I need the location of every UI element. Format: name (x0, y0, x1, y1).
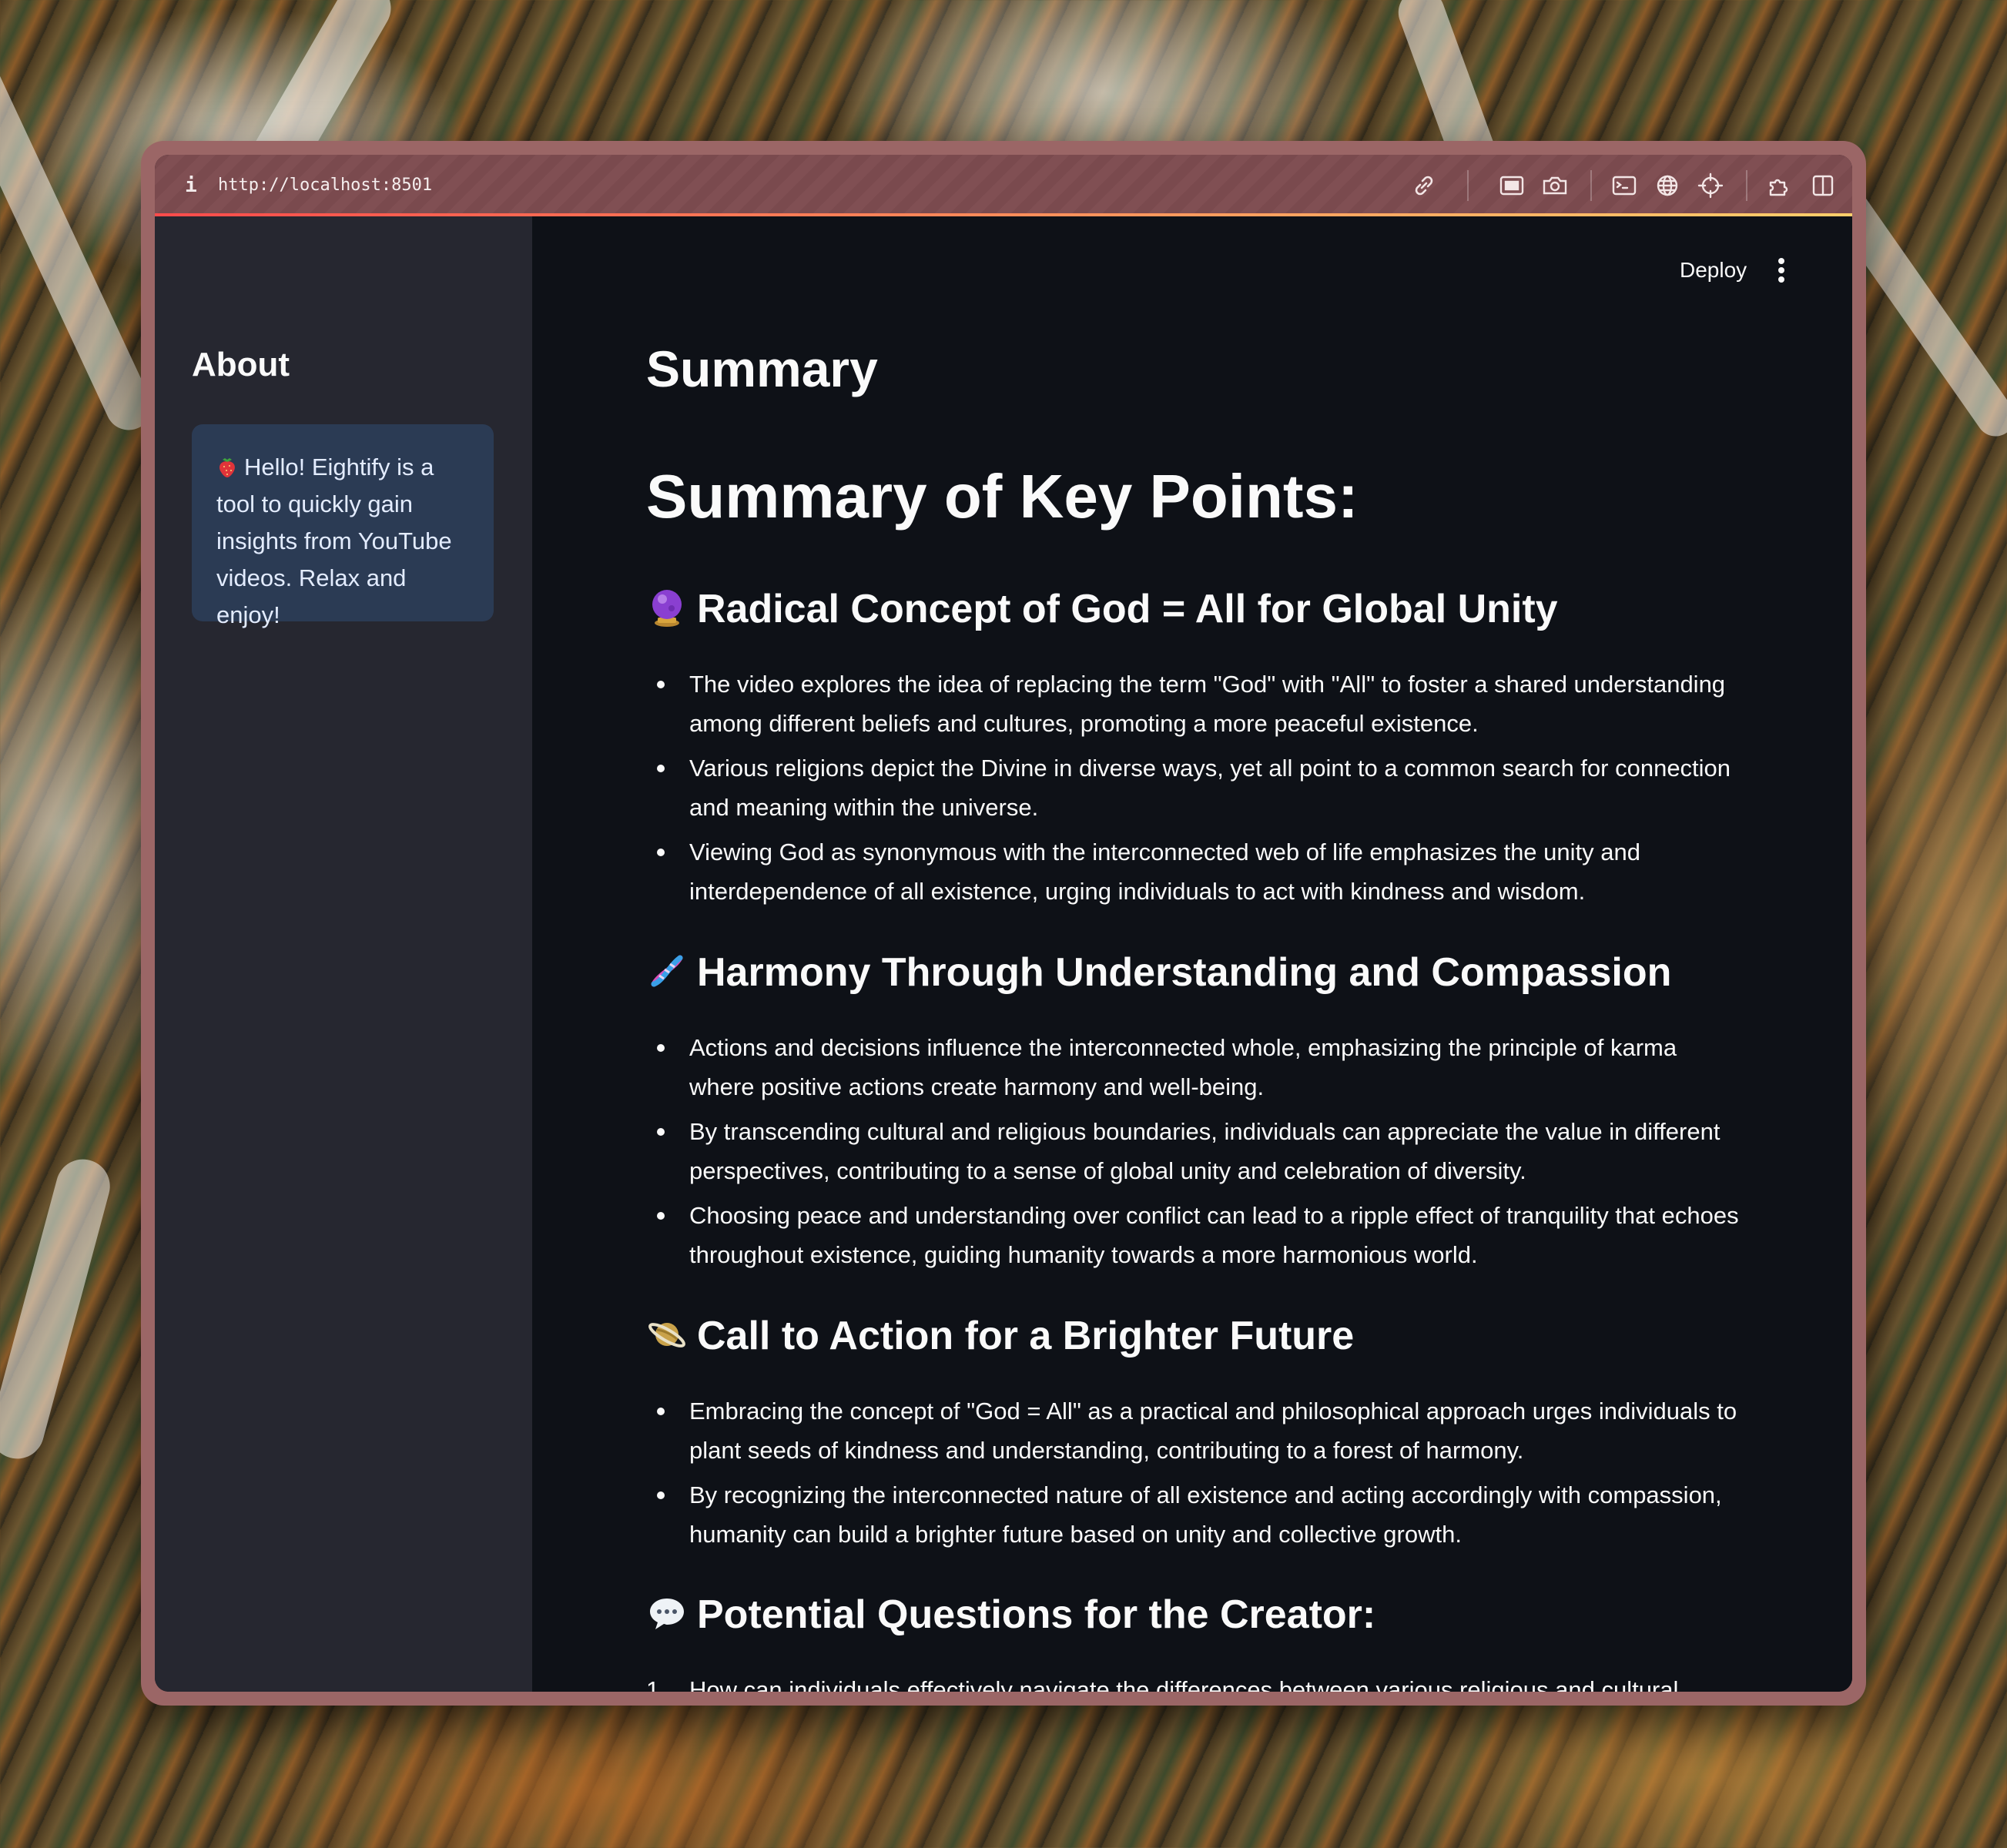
list-item: By transcending cultural and religious b… (657, 1112, 1740, 1190)
list-item: By recognizing the interconnected nature… (657, 1475, 1740, 1554)
about-info-text: Hello! Eightify is a tool to quickly gai… (216, 454, 452, 628)
section-title: Harmony Through Understanding and Compas… (697, 950, 1672, 995)
globe-icon[interactable] (1652, 170, 1683, 201)
browser-viewport: i http://localhost:8501 About Hello! Eig… (155, 155, 1852, 1692)
dna-icon (646, 950, 688, 992)
screenshot-window-icon[interactable] (1496, 170, 1527, 201)
section-title: Call to Action for a Brighter Future (697, 1314, 1355, 1358)
sidebar-heading: About (192, 346, 290, 383)
strawberry-icon (216, 452, 238, 477)
sidebar: About Hello! Eightify is a tool to quick… (155, 216, 532, 1692)
sidebar-toggle-icon[interactable] (1808, 170, 1838, 201)
section-heading: Call to Action for a Brighter Future (646, 1313, 1354, 1359)
numbered-list: 1. How can individuals effectively navig… (646, 1670, 1740, 1692)
crosshair-icon[interactable] (1695, 170, 1726, 201)
list-item: Various religions depict the Divine in d… (657, 748, 1740, 827)
toolbar-separator (1590, 170, 1592, 201)
deploy-button[interactable]: Deploy (1680, 253, 1747, 287)
bullet-list: The video explores the idea of replacing… (646, 665, 1740, 916)
list-item: Embracing the concept of "God = All" as … (657, 1391, 1740, 1470)
bullet-list: Actions and decisions influence the inte… (646, 1028, 1740, 1280)
toolbar-separator (1746, 170, 1747, 201)
site-info-icon[interactable]: i (179, 172, 203, 199)
main-menu-icon[interactable] (1772, 253, 1791, 287)
main-content: Deploy Summary Summary of Key Points: Ra… (532, 216, 1852, 1692)
browser-toolbar: i http://localhost:8501 (155, 155, 1852, 216)
toolbar-separator (1467, 170, 1469, 201)
section-heading: Potential Questions for the Creator: (646, 1592, 1375, 1638)
bullet-list: Embracing the concept of "God = All" as … (646, 1391, 1740, 1559)
ringed-planet-icon (646, 1314, 688, 1355)
list-item: Choosing peace and understanding over co… (657, 1196, 1740, 1274)
section-heading: Harmony Through Understanding and Compas… (646, 949, 1671, 996)
list-item: Actions and decisions influence the inte… (657, 1028, 1740, 1106)
section-heading: Radical Concept of God = All for Global … (646, 586, 1558, 632)
section-title: Radical Concept of God = All for Global … (697, 587, 1558, 631)
url-address[interactable]: http://localhost:8501 (218, 172, 432, 199)
terminal-icon[interactable] (1609, 170, 1640, 201)
crystal-ball-icon (646, 587, 688, 628)
camera-icon[interactable] (1540, 170, 1570, 201)
browser-window: i http://localhost:8501 About Hello! Eig… (141, 141, 1866, 1706)
list-item: 1. How can individuals effectively navig… (646, 1670, 1740, 1692)
list-item: Viewing God as synonymous with the inter… (657, 832, 1740, 911)
streamlit-app: About Hello! Eightify is a tool to quick… (155, 216, 1852, 1692)
section-title: Potential Questions for the Creator: (697, 1592, 1376, 1637)
summary-heading: Summary of Key Points: (646, 462, 1359, 531)
backdrop-streak (0, 1153, 116, 1465)
link-icon[interactable] (1409, 170, 1439, 201)
speech-bubble-icon (646, 1592, 688, 1634)
backdrop-streak (0, 55, 160, 438)
list-item-text: How can individuals effectively navigate… (689, 1676, 1679, 1692)
about-info-box: Hello! Eightify is a tool to quickly gai… (192, 424, 494, 628)
page-title: Summary (646, 340, 878, 397)
list-number: 1. (646, 1676, 666, 1692)
list-item: The video explores the idea of replacing… (657, 665, 1740, 743)
extensions-icon[interactable] (1764, 170, 1795, 201)
